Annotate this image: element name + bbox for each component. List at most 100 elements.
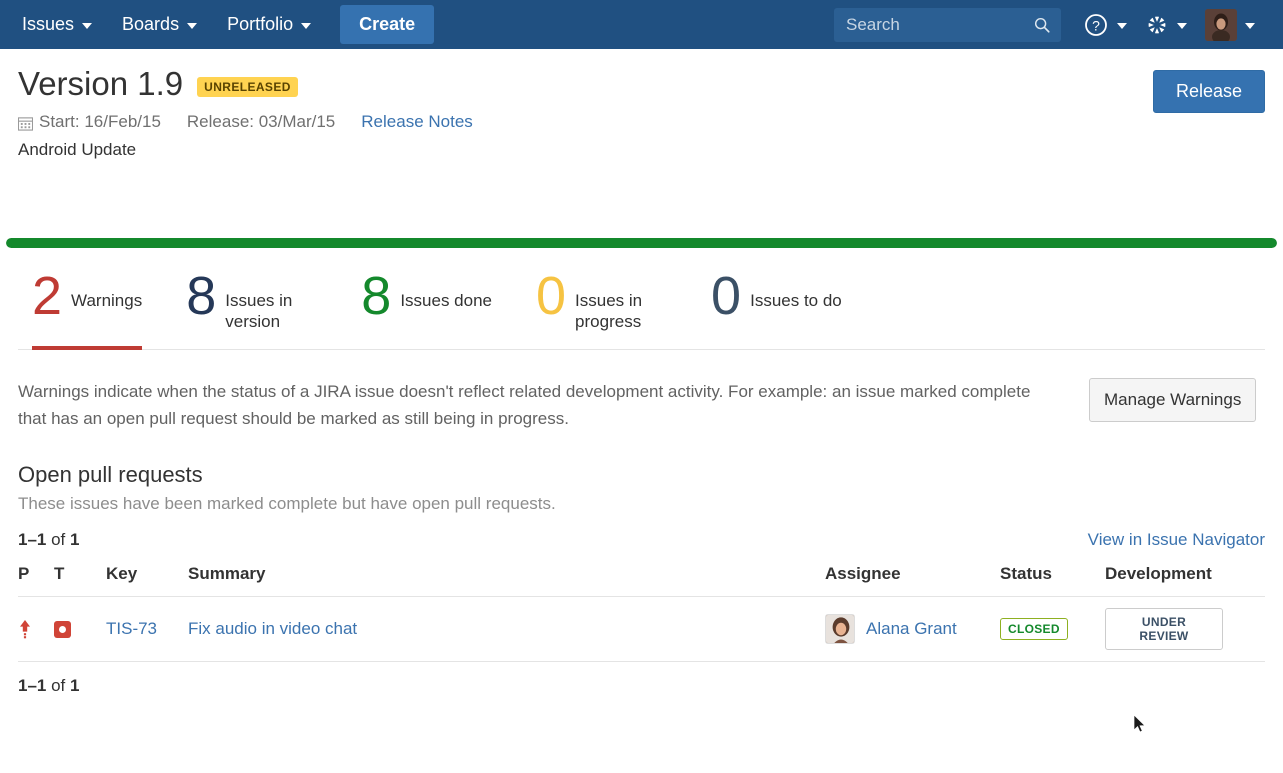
help-menu-button[interactable]: ? — [1079, 12, 1131, 38]
nav-left-group: Issues Boards Portfolio Create — [0, 0, 435, 49]
assignee-link[interactable]: Alana Grant — [866, 619, 957, 639]
search-container — [834, 7, 1061, 42]
settings-menu-button[interactable] — [1141, 12, 1191, 37]
stat-tab-issues-in-progress[interactable]: 0 Issues in progress — [536, 266, 667, 349]
nav-right-group: ? — [834, 0, 1275, 49]
open-pull-requests-heading: Open pull requests — [18, 462, 203, 488]
issues-table: P T Key Summary Assignee Status Developm… — [18, 564, 1265, 663]
stat-tab-issues-to-do[interactable]: 0 Issues to do — [711, 266, 842, 349]
nav-item-portfolio[interactable]: Portfolio — [212, 0, 326, 49]
version-start-date: Start: 16/Feb/15 — [39, 112, 161, 132]
version-title-block: Version 1.9 UNRELEASED Start: 16/Feb/15 … — [18, 65, 1153, 160]
nav-item-portfolio-label: Portfolio — [227, 14, 294, 34]
chevron-down-icon — [1245, 22, 1255, 29]
page-title: Version 1.9 — [18, 65, 184, 102]
cell-priority — [18, 596, 54, 663]
version-title-row: Version 1.9 UNRELEASED — [18, 65, 1153, 102]
pager-row: 1–1 of 1 View in Issue Navigator — [18, 530, 1265, 550]
chevron-down-icon — [1177, 22, 1187, 29]
status-badge: CLOSED — [1000, 618, 1068, 641]
stat-label: Warnings — [71, 291, 143, 311]
stat-tab-issues-in-version[interactable]: 8 Issues in version — [186, 266, 317, 349]
stat-label: Issues done — [400, 291, 492, 311]
calendar-icon — [18, 117, 33, 131]
pager-top-total: 1 — [70, 530, 80, 550]
stat-tab-issues-done[interactable]: 8 Issues done — [361, 266, 492, 349]
pager-top-of: of — [46, 530, 70, 550]
column-header-summary[interactable]: Summary — [188, 564, 825, 598]
cell-development: UNDER REVIEW — [1105, 596, 1265, 663]
mouse-cursor — [1133, 714, 1146, 733]
nav-item-boards-label: Boards — [122, 14, 180, 34]
column-header-status[interactable]: Status — [1000, 564, 1105, 598]
user-avatar-image — [1205, 8, 1237, 41]
bug-icon — [54, 620, 71, 638]
cell-assignee: Alana Grant — [825, 596, 1000, 663]
cell-key: TIS-73 — [106, 596, 188, 663]
gear-icon — [1145, 12, 1169, 37]
table-row[interactable]: TIS-73 Fix audio in video chat Alana Grant… — [18, 596, 1265, 663]
version-description: Android Update — [18, 140, 137, 160]
top-navigation-bar: Issues Boards Portfolio Create ? — [0, 0, 1283, 49]
version-meta: Start: 16/Feb/15 Release: 03/Mar/15 Rele… — [18, 112, 1153, 132]
progress-bar-fill — [6, 238, 1277, 249]
stat-value: 8 — [361, 266, 391, 327]
stat-label: Issues to do — [750, 291, 842, 311]
nav-item-issues[interactable]: Issues — [0, 0, 107, 49]
version-header: Version 1.9 UNRELEASED Start: 16/Feb/15 … — [18, 49, 1265, 160]
chevron-down-icon — [187, 22, 198, 29]
avatar — [825, 614, 855, 645]
svg-text:?: ? — [1092, 17, 1100, 33]
version-release-date: Release: 03/Mar/15 — [186, 112, 336, 132]
version-stats-tabs: 2 Warnings 8 Issues in version 8 Issues done 0… — [18, 266, 1265, 351]
create-button[interactable]: Create — [340, 5, 435, 44]
nav-item-issues-label: Issues — [22, 14, 75, 34]
cell-status: CLOSED — [1000, 596, 1105, 663]
question-circle-icon: ? — [1085, 13, 1107, 36]
stat-value: 0 — [711, 266, 741, 327]
cell-type — [54, 596, 106, 663]
chevron-down-icon — [82, 22, 93, 29]
pager-top: 1–1 of 1 — [18, 530, 79, 550]
pager-bottom-of: of — [46, 676, 70, 696]
column-header-type[interactable]: T — [54, 564, 106, 598]
stat-value: 0 — [536, 266, 566, 327]
stat-label: Issues in progress — [575, 291, 643, 332]
pager-bottom: 1–1 of 1 — [18, 676, 1265, 696]
column-header-assignee[interactable]: Assignee — [825, 564, 1000, 598]
status-badge: UNRELEASED — [197, 77, 298, 98]
pager-bottom-range: 1–1 — [18, 676, 47, 696]
warnings-description: Warnings indicate when the status of a J… — [18, 382, 1031, 429]
stat-tab-warnings[interactable]: 2 Warnings — [32, 266, 143, 351]
chevron-down-icon — [1117, 22, 1127, 29]
stat-label: Issues in version — [225, 291, 293, 332]
release-notes-link[interactable]: Release Notes — [361, 112, 473, 132]
user-avatar-image — [826, 615, 854, 644]
manage-warnings-button[interactable]: Manage Warnings — [1089, 378, 1257, 423]
issue-summary-link[interactable]: Fix audio in video chat — [188, 619, 357, 638]
search-input[interactable] — [834, 7, 1061, 42]
column-header-key[interactable]: Key — [106, 564, 188, 598]
priority-major-up-arrow-icon — [20, 620, 30, 639]
pager-bottom-total: 1 — [70, 676, 80, 696]
progress-bar — [6, 238, 1277, 249]
column-header-priority[interactable]: P — [18, 564, 54, 598]
user-profile-menu-button[interactable] — [1201, 8, 1259, 41]
version-progress-container — [0, 238, 1283, 249]
chevron-down-icon — [301, 22, 312, 29]
stat-value: 8 — [186, 266, 216, 327]
page-content: Version 1.9 UNRELEASED Start: 16/Feb/15 … — [0, 49, 1283, 696]
pager-top-range: 1–1 — [18, 530, 47, 550]
open-pull-requests-subtitle: These issues have been marked complete b… — [18, 494, 556, 514]
warnings-description-section: Warnings indicate when the status of a J… — [18, 378, 1265, 432]
avatar — [1205, 8, 1237, 41]
nav-item-boards[interactable]: Boards — [107, 0, 212, 49]
issue-key-link[interactable]: TIS-73 — [106, 619, 157, 638]
view-in-issue-navigator-link[interactable]: View in Issue Navigator — [1088, 530, 1265, 550]
column-header-development[interactable]: Development — [1105, 564, 1265, 598]
table-header-row: P T Key Summary Assignee Status Developm… — [18, 564, 1265, 598]
release-button[interactable]: Release — [1152, 70, 1265, 113]
cell-summary: Fix audio in video chat — [188, 596, 825, 663]
stat-value: 2 — [32, 266, 62, 327]
development-status-button[interactable]: UNDER REVIEW — [1105, 608, 1223, 651]
